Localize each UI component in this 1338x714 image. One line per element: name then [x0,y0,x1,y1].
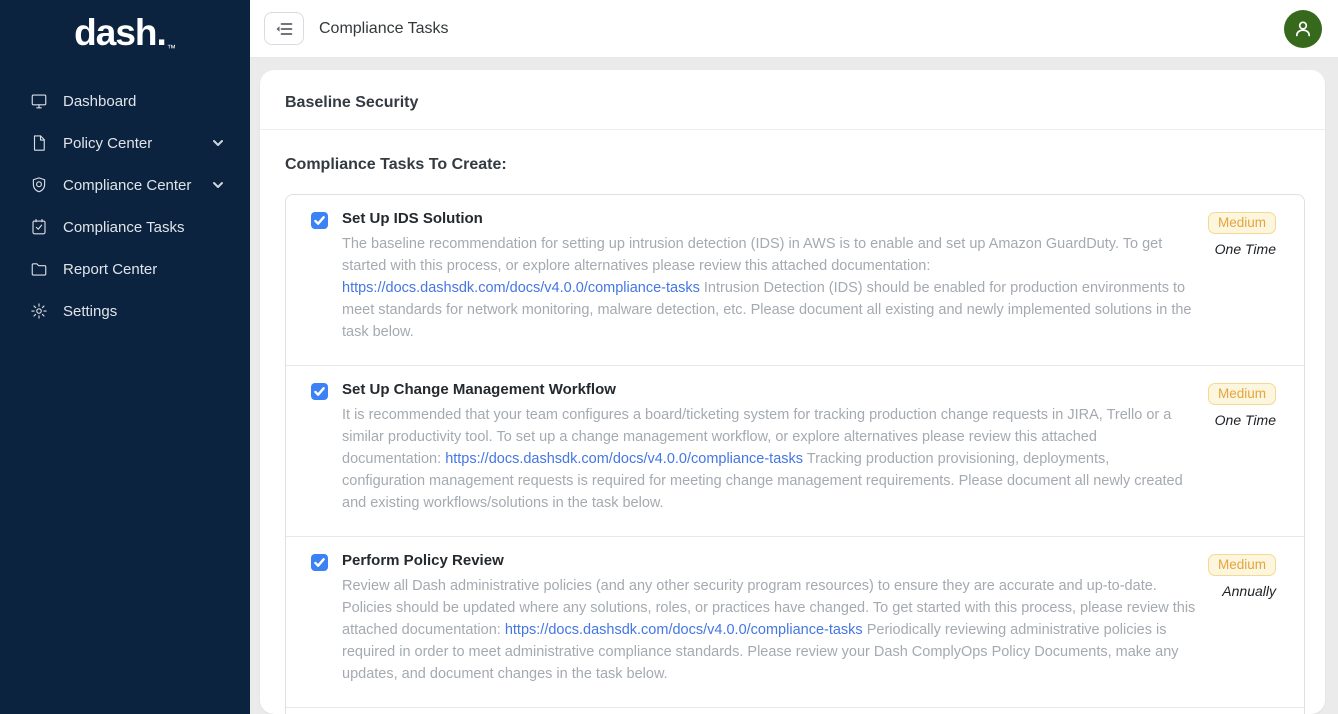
task-list: Set Up IDS Solution The baseline recomme… [285,194,1305,714]
main-column: Compliance Tasks Baseline Security Compl… [250,0,1338,714]
task-row: Test Production Backup Restoration Test … [286,707,1304,714]
task-content: Set Up IDS Solution The baseline recomme… [328,210,1204,343]
monitor-icon [30,92,48,110]
task-checkbox[interactable] [311,554,328,571]
sidebar-item-label: Dashboard [63,93,136,110]
sidebar-collapse-icon [275,22,293,36]
sidebar-item-settings[interactable]: Settings [0,290,250,332]
folder-icon [30,260,48,278]
severity-badge: Medium [1208,212,1276,234]
check-icon [314,557,325,568]
sidebar-item-compliance-tasks[interactable]: Compliance Tasks [0,206,250,248]
sidebar-item-label: Compliance Tasks [63,219,184,236]
task-description: The baseline recommendation for setting … [342,233,1196,343]
document-icon [30,134,48,152]
sidebar-item-label: Policy Center [63,135,152,152]
card-title: Baseline Security [260,70,1325,130]
sidebar-nav: Dashboard Policy Center Compliance Cente… [0,70,250,332]
documentation-link[interactable]: https://docs.dashsdk.com/docs/v4.0.0/com… [342,280,700,296]
chevron-down-icon [212,179,224,191]
task-checkbox[interactable] [311,383,328,400]
baseline-security-card: Baseline Security Compliance Tasks To Cr… [260,70,1325,714]
section-title: Compliance Tasks To Create: [285,156,1305,174]
check-icon [314,386,325,397]
severity-badge: Medium [1208,383,1276,405]
severity-badge: Medium [1208,554,1276,576]
sidebar-item-label: Settings [63,303,117,320]
clipboard-check-icon [30,218,48,236]
frequency-label: One Time [1215,241,1276,257]
card-body: Compliance Tasks To Create: Set Up IDS S… [260,130,1325,714]
task-title: Perform Policy Review [342,552,1196,569]
task-title: Set Up Change Management Workflow [342,381,1196,398]
sidebar-item-report-center[interactable]: Report Center [0,248,250,290]
frequency-label: Annually [1222,583,1276,599]
app-logo: dash.™ [0,0,250,70]
task-row: Set Up IDS Solution The baseline recomme… [286,195,1304,365]
sidebar-item-label: Report Center [63,261,157,278]
gear-icon [30,302,48,320]
sidebar-collapse-button[interactable] [264,12,304,45]
chevron-down-icon [212,137,224,149]
task-description: It is recommended that your team configu… [342,404,1196,514]
avatar[interactable] [1284,10,1322,48]
page-title: Compliance Tasks [319,20,449,38]
task-title: Set Up IDS Solution [342,210,1196,227]
documentation-link[interactable]: https://docs.dashsdk.com/docs/v4.0.0/com… [505,622,863,638]
task-checkbox[interactable] [311,212,328,229]
shield-icon [30,176,48,194]
task-content: Set Up Change Management Workflow It is … [328,381,1204,514]
trademark-symbol: ™ [167,43,176,53]
task-content: Perform Policy Review Review all Dash ad… [328,552,1204,685]
task-row: Set Up Change Management Workflow It is … [286,365,1304,536]
task-row: Perform Policy Review Review all Dash ad… [286,536,1304,707]
top-bar: Compliance Tasks [250,0,1338,58]
documentation-link[interactable]: https://docs.dashsdk.com/docs/v4.0.0/com… [445,451,803,467]
sidebar-item-dashboard[interactable]: Dashboard [0,80,250,122]
task-description: Review all Dash administrative policies … [342,575,1196,685]
sidebar: dash.™ Dashboard Policy Center Complianc… [0,0,250,714]
task-meta: Medium Annually [1204,552,1276,685]
content-area: Baseline Security Compliance Tasks To Cr… [250,58,1338,714]
person-icon [1291,17,1315,41]
sidebar-item-compliance-center[interactable]: Compliance Center [0,164,250,206]
task-meta: Medium One Time [1204,381,1276,514]
task-meta: Medium One Time [1204,210,1276,343]
description-text: The baseline recommendation for setting … [342,236,1162,274]
frequency-label: One Time [1215,412,1276,428]
sidebar-item-label: Compliance Center [63,177,191,194]
check-icon [314,215,325,226]
sidebar-item-policy-center[interactable]: Policy Center [0,122,250,164]
